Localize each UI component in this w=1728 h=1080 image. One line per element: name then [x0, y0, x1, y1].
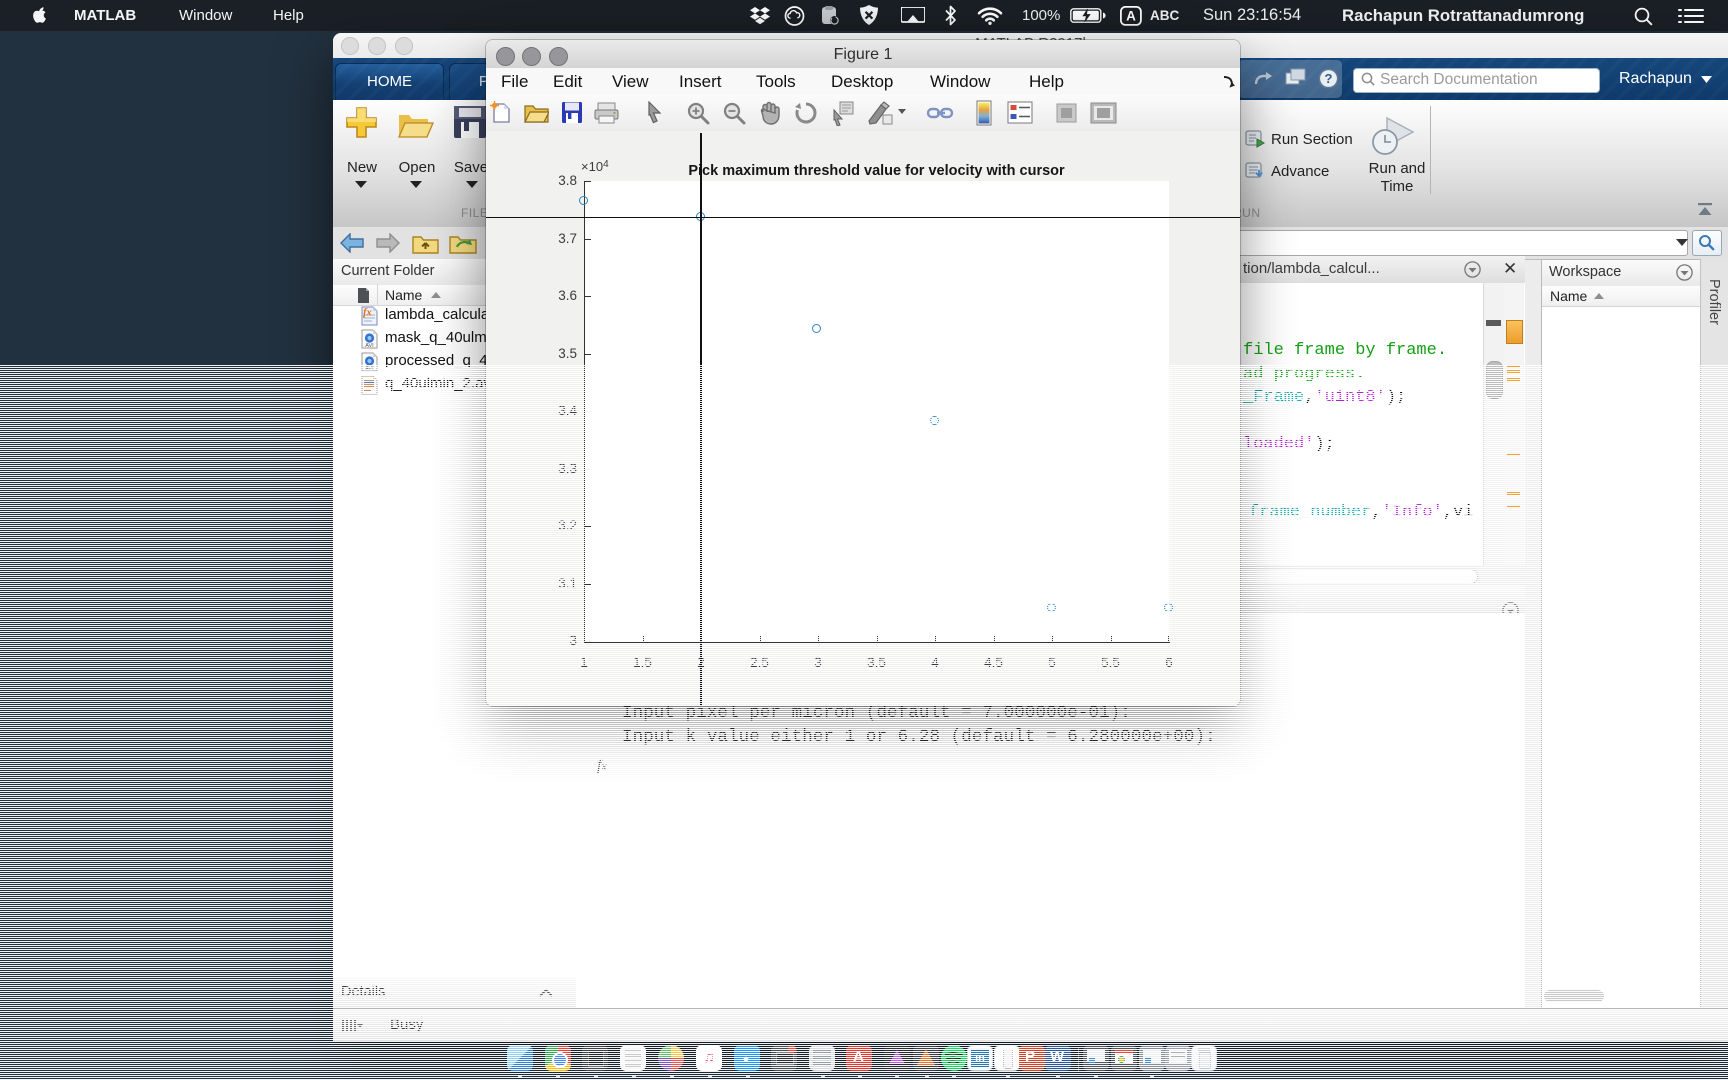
svg-text:A: A [1126, 9, 1136, 24]
svg-text:AVI: AVI [365, 343, 374, 349]
svg-text:?: ? [1325, 71, 1333, 86]
svg-text:fx: fx [363, 308, 372, 319]
svg-text:AVI: AVI [365, 366, 374, 372]
